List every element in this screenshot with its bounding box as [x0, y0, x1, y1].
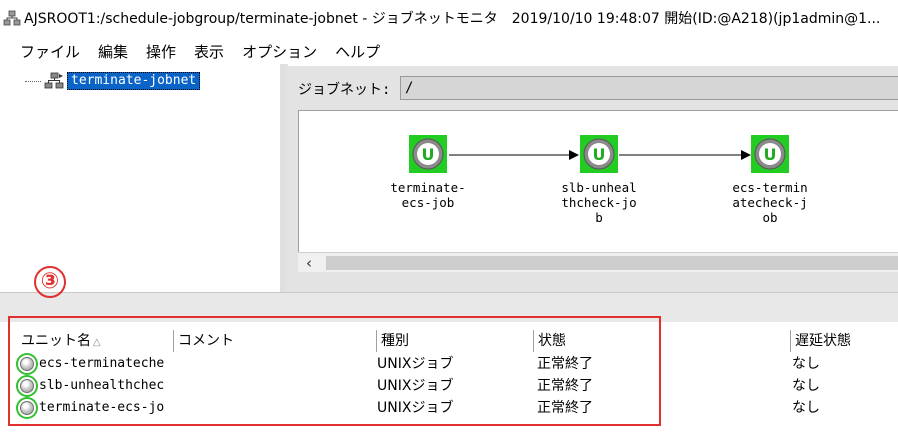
column-label: コメント [178, 333, 234, 349]
horizontal-splitter[interactable] [0, 292, 898, 322]
cell-type: UNIXジョブ [377, 356, 454, 372]
job-name-line: ob [762, 210, 778, 225]
jobnet-path-field[interactable]: / [400, 76, 898, 100]
svg-text:U: U [593, 145, 606, 164]
job-name-line: slb-unheal [561, 180, 637, 195]
column-comment[interactable]: コメント [174, 330, 377, 352]
job-normal-icon: U [751, 135, 789, 173]
job-ecs-terminatecheck-job[interactable]: U ecs-termin atecheck-j ob [727, 135, 813, 225]
cell-delay-state: なし [792, 400, 820, 416]
unit-list: ユニット名 △ コメント 種別 状態 遅延状態 ecs-terminateche … [17, 326, 898, 446]
tree-connector [25, 80, 41, 82]
cell-type: UNIXジョブ [377, 378, 454, 394]
scroll-left-icon[interactable]: ‹ [306, 254, 312, 272]
job-slb-unhealthcheck-job[interactable]: U slb-unheal thcheck-jo b [556, 135, 642, 225]
job-name-line: ecs-termin [732, 180, 808, 195]
map-horizontal-scrollbar[interactable]: ‹ [298, 252, 898, 272]
tree-item-label[interactable]: terminate-jobnet [67, 72, 201, 90]
table-row[interactable]: terminate-ecs-jo UNIXジョブ 正常終了 なし [17, 397, 898, 419]
sort-ascending-icon: △ [93, 337, 101, 348]
job-name-line: atecheck-j [732, 195, 808, 210]
jobnet-monitor-icon [3, 10, 21, 26]
svg-text:U: U [422, 145, 435, 164]
cell-type: UNIXジョブ [377, 400, 454, 416]
cell-delay-state: なし [792, 356, 820, 372]
menu-operation[interactable]: 操作 [146, 41, 176, 62]
menu-edit[interactable]: 編集 [98, 41, 128, 62]
status-normal-icon [20, 357, 34, 371]
cell-unit-name: ecs-terminateche [39, 356, 165, 371]
list-header: ユニット名 △ コメント 種別 状態 遅延状態 [17, 330, 898, 352]
jobnet-path-label: ジョブネット: [298, 82, 391, 98]
column-label: 状態 [538, 333, 566, 349]
window-title: AJSROOT1:/schedule-jobgroup/terminate-jo… [24, 11, 881, 27]
job-terminate-ecs-job[interactable]: U terminate- ecs-job [385, 135, 471, 210]
cell-delay-state: なし [792, 378, 820, 394]
cell-state: 正常終了 [537, 356, 593, 372]
status-normal-icon [20, 379, 34, 393]
svg-text:U: U [764, 145, 777, 164]
table-row[interactable]: slb-unhealthchec UNIXジョブ 正常終了 なし [17, 375, 898, 397]
annotation-callout-number: ③ [34, 266, 66, 298]
column-delay-state[interactable]: 遅延状態 [791, 330, 898, 352]
menu-file[interactable]: ファイル [20, 41, 80, 62]
status-normal-icon [20, 401, 34, 415]
cell-state: 正常終了 [537, 400, 593, 416]
cell-unit-name: terminate-ecs-jo [39, 400, 165, 415]
menu-options[interactable]: オプション [242, 41, 317, 62]
column-type[interactable]: 種別 [377, 330, 534, 352]
column-unit-name[interactable]: ユニット名 △ [17, 330, 174, 352]
jobnet-map-canvas: U terminate- ecs-job U slb-unheal thchec… [298, 110, 898, 270]
column-state[interactable]: 状態 [534, 330, 791, 352]
tree-pane: terminate-jobnet [17, 68, 278, 290]
cell-unit-name: slb-unhealthchec [39, 378, 165, 393]
job-name-line: b [595, 210, 603, 225]
job-name-line: thcheck-jo [561, 195, 637, 210]
job-name-line: terminate- [390, 180, 466, 195]
menu-bar: ファイル 編集 操作 表示 オプション ヘルプ [0, 38, 898, 64]
column-label: 種別 [381, 333, 409, 349]
table-row[interactable]: ecs-terminateche UNIXジョブ 正常終了 なし [17, 353, 898, 375]
tree-item-root[interactable]: terminate-jobnet [25, 72, 201, 90]
job-normal-icon: U [409, 135, 447, 173]
jobnet-icon [44, 72, 64, 89]
job-normal-icon: U [580, 135, 618, 173]
column-label: 遅延状態 [795, 333, 851, 349]
scrollbar-thumb[interactable] [326, 256, 898, 270]
job-name-line: ecs-job [401, 195, 455, 210]
cell-state: 正常終了 [537, 378, 593, 394]
title-bar: AJSROOT1:/schedule-jobgroup/terminate-jo… [0, 0, 898, 36]
menu-view[interactable]: 表示 [194, 41, 224, 62]
column-label: ユニット名 [21, 333, 91, 349]
menu-help[interactable]: ヘルプ [335, 41, 380, 62]
